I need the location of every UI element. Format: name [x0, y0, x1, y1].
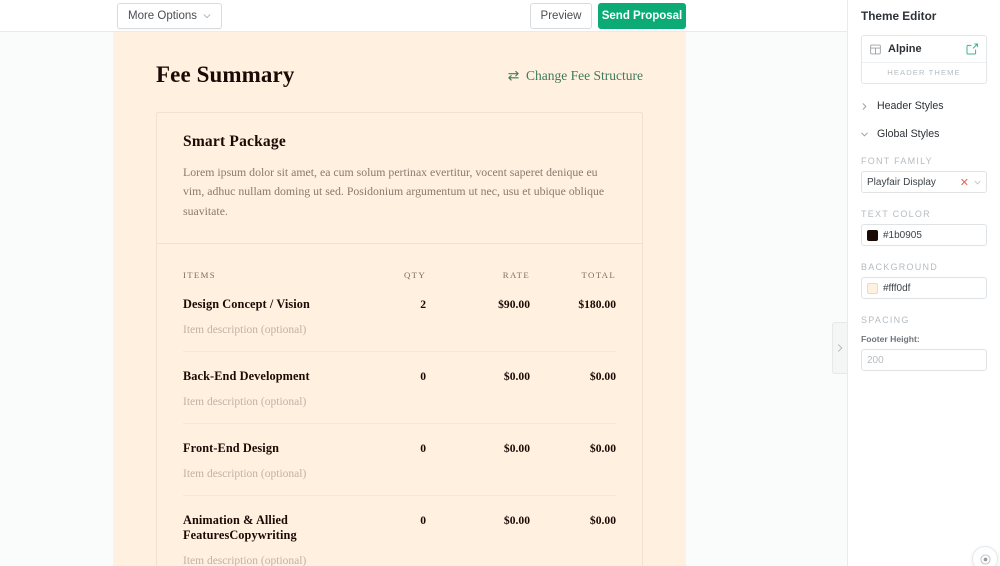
theme-card: Alpine HEADER THEME	[861, 35, 987, 84]
footer-height-value: 200	[867, 354, 884, 366]
change-fee-structure-label: Change Fee Structure	[526, 67, 643, 83]
column-header-rate: RATE	[502, 270, 530, 281]
footer-height-label: Footer Height:	[861, 334, 920, 344]
fee-table-body: Design Concept / Vision 2 $90.00 $180.00 Ite…	[183, 280, 616, 566]
item-rate[interactable]: $0.00	[426, 370, 530, 383]
proposal-canvas: Fee Summary Change Fee Structure Smart P…	[113, 32, 686, 566]
table-row: Design Concept / Vision 2 $90.00 $180.00 Ite…	[183, 280, 616, 353]
section-header-styles-label: Header Styles	[877, 100, 944, 112]
fee-summary-header: Fee Summary Change Fee Structure	[156, 62, 643, 88]
change-fee-structure-link[interactable]: Change Fee Structure	[507, 68, 643, 84]
item-total: $0.00	[589, 442, 616, 456]
item-rate[interactable]: $90.00	[426, 298, 530, 311]
item-description[interactable]: Item description (optional)	[183, 324, 616, 336]
more-options-label: More Options	[128, 10, 198, 22]
item-name[interactable]: Back-End Development	[183, 369, 330, 384]
section-header-styles[interactable]: Header Styles	[861, 100, 987, 112]
chevron-right-icon	[862, 102, 867, 110]
item-qty[interactable]: 0	[330, 514, 426, 527]
font-family-select[interactable]: Playfair Display ✕	[861, 171, 987, 193]
layout-template-icon	[870, 44, 881, 54]
table-row: Front-End Design 0 $0.00 $0.00 Item descript…	[183, 424, 616, 497]
text-color-field[interactable]: #1b0905	[861, 224, 987, 246]
help-bubble-button[interactable]	[972, 546, 998, 566]
fee-table-header: ITEMS QTY RATE TOTAL	[183, 244, 616, 280]
theme-card-row[interactable]: Alpine	[862, 36, 986, 63]
theme-name: Alpine	[888, 43, 922, 55]
item-description[interactable]: Item description (optional)	[183, 468, 616, 480]
clear-icon[interactable]: ✕	[960, 176, 969, 189]
table-row: Back-End Development 0 $0.00 $0.00 Item desc…	[183, 352, 616, 425]
text-color-swatch[interactable]	[867, 229, 878, 241]
panel-collapse-handle[interactable]	[832, 322, 847, 374]
package-name[interactable]: Smart Package	[183, 133, 616, 151]
spacing-label: SPACING	[861, 315, 910, 325]
fee-table: ITEMS QTY RATE TOTAL Design Concept / Vi…	[157, 244, 642, 566]
send-proposal-button[interactable]: Send Proposal	[598, 3, 686, 29]
chevron-right-icon	[838, 344, 843, 352]
section-global-styles-label: Global Styles	[877, 128, 940, 140]
text-color-value: #1b0905	[883, 229, 922, 241]
preview-label: Preview	[540, 10, 582, 22]
package-card: Smart Package Lorem ipsum dolor sit amet…	[156, 112, 643, 566]
text-color-label: TEXT COLOR	[861, 209, 931, 219]
chevron-down-icon	[203, 14, 211, 19]
font-family-label: FONT FAMILY	[861, 156, 933, 166]
chevron-down-icon	[861, 132, 868, 137]
column-header-qty: QTY	[404, 270, 426, 281]
theme-editor-panel: Theme Editor Alpine HEADER THEME Header …	[847, 0, 1000, 566]
item-description[interactable]: Item description (optional)	[183, 555, 616, 566]
app-root: More Options Preview Send Proposal Fee S…	[0, 0, 1000, 566]
item-rate[interactable]: $0.00	[426, 514, 530, 527]
theme-card-footer: HEADER THEME	[887, 68, 961, 77]
more-options-button[interactable]: More Options	[117, 3, 223, 29]
edit-square-icon[interactable]	[966, 43, 978, 55]
swap-arrows-icon	[508, 70, 519, 81]
item-qty[interactable]: 0	[330, 370, 426, 383]
background-color-swatch[interactable]	[867, 282, 878, 294]
package-description[interactable]: Lorem ipsum dolor sit amet, ea cum solum…	[183, 163, 616, 221]
item-name[interactable]: Animation & Allied FeaturesCopywriting	[183, 513, 330, 543]
package-header: Smart Package Lorem ipsum dolor sit amet…	[157, 113, 642, 245]
item-qty[interactable]: 0	[330, 442, 426, 455]
background-label: BACKGROUND	[861, 262, 939, 272]
preview-button[interactable]: Preview	[530, 3, 592, 29]
column-header-total: TOTAL	[581, 270, 616, 281]
editor-workspace: Fee Summary Change Fee Structure Smart P…	[0, 32, 847, 566]
item-qty[interactable]: 2	[330, 298, 426, 311]
item-total: $0.00	[589, 514, 616, 528]
item-total: $180.00	[578, 298, 616, 312]
page-title: Fee Summary	[156, 62, 295, 87]
chevron-down-icon	[974, 180, 981, 184]
footer-height-field[interactable]: 200	[861, 349, 987, 371]
item-total: $0.00	[589, 370, 616, 384]
column-header-items: ITEMS	[183, 270, 216, 281]
background-color-field[interactable]: #fff0df	[861, 277, 987, 299]
panel-title: Theme Editor	[861, 9, 937, 23]
top-toolbar: More Options Preview Send Proposal	[0, 0, 847, 32]
section-global-styles[interactable]: Global Styles	[861, 128, 987, 140]
send-proposal-label: Send Proposal	[601, 10, 683, 22]
table-row: Animation & Allied FeaturesCopywriting 0 $…	[183, 496, 616, 566]
item-name[interactable]: Design Concept / Vision	[183, 297, 330, 312]
item-name[interactable]: Front-End Design	[183, 441, 330, 456]
background-color-value: #fff0df	[883, 282, 911, 294]
item-rate[interactable]: $0.00	[426, 442, 530, 455]
font-family-value: Playfair Display	[867, 176, 936, 188]
help-icon	[979, 553, 991, 565]
item-description[interactable]: Item description (optional)	[183, 396, 616, 408]
